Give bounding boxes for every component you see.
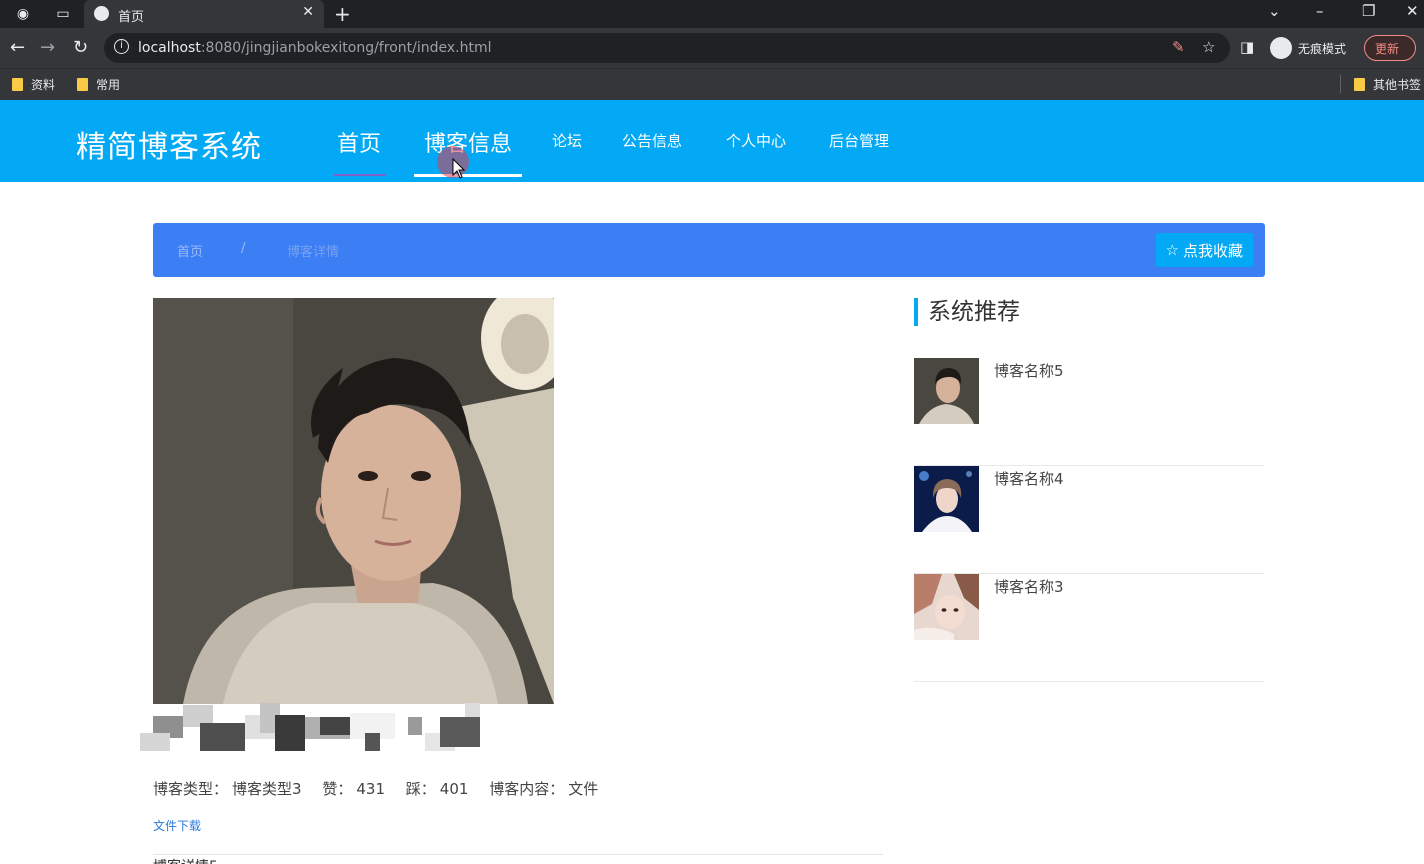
recommend-thumbnail[interactable] (914, 466, 979, 532)
recommend-item-name[interactable]: 博客名称3 (994, 576, 1064, 597)
recommend-item-name[interactable]: 博客名称5 (994, 360, 1064, 381)
reload-icon[interactable]: ↻ (73, 37, 88, 58)
bookmarks-divider (1340, 75, 1341, 93)
address-bar[interactable]: i localhost:8080/jingjianbokexitong/fron… (104, 33, 1230, 63)
recommend-thumbnail[interactable] (914, 574, 979, 640)
folder-icon (77, 78, 88, 91)
back-icon[interactable]: ← (10, 37, 25, 58)
like-label: 赞： (322, 780, 353, 798)
site-logo[interactable]: 精简博客系统 (76, 122, 262, 166)
nav-home[interactable]: 首页 (337, 126, 381, 158)
blog-type-label: 博客类型： (153, 780, 229, 798)
incognito-label: 无痕模式 (1298, 41, 1347, 56)
minimize-icon[interactable]: – (1316, 2, 1324, 20)
tab-favicon-icon (94, 6, 109, 21)
blog-title-obscured (140, 703, 485, 753)
bookmark-label: 资料 (31, 78, 56, 92)
browser-tab[interactable]: 首页 ✕ (84, 0, 324, 28)
nav-forum[interactable]: 论坛 (552, 130, 582, 151)
breadcrumb: 首页 / 博客详情 ☆ 点我收藏 (153, 223, 1265, 277)
web-page: 精简博客系统 首页 博客信息 论坛 公告信息 个人中心 后台管理 首页 / 博客… (0, 100, 1424, 864)
nav-announcements[interactable]: 公告信息 (622, 130, 682, 151)
favorite-button[interactable]: ☆ 点我收藏 (1155, 233, 1253, 267)
nav-active-underline (414, 174, 522, 177)
nav-personal-center[interactable]: 个人中心 (726, 130, 786, 151)
close-window-icon[interactable]: ✕ (1406, 2, 1419, 20)
globe-icon[interactable]: ◉ (12, 4, 34, 24)
new-tab-icon[interactable]: + (334, 2, 351, 26)
recommend-item[interactable]: 博客名称3 (914, 574, 1264, 682)
blog-content-value: 文件 (568, 780, 599, 798)
tab-search-icon[interactable]: ▭ (52, 4, 74, 24)
side-panel-icon[interactable]: ◨ (1240, 38, 1254, 56)
recommend-item[interactable]: 博客名称5 (914, 358, 1264, 466)
blog-type-value: 博客类型3 (232, 780, 302, 798)
dislike-label: 踩： (405, 780, 436, 798)
bookmark-star-icon[interactable]: ☆ (1202, 38, 1215, 56)
recommend-thumbnail[interactable] (914, 358, 979, 424)
blog-cover-image (153, 298, 554, 704)
tab-close-icon[interactable]: ✕ (302, 4, 314, 20)
nav-admin[interactable]: 后台管理 (829, 130, 889, 151)
browser-toolbar: ← → ↻ i localhost:8080/jingjianbokexiton… (0, 28, 1424, 68)
incognito-icon (1270, 37, 1292, 59)
breadcrumb-separator: / (241, 241, 246, 256)
blog-content-label: 博客内容： (489, 780, 565, 798)
breadcrumb-home[interactable]: 首页 (177, 241, 203, 260)
favorite-label: 点我收藏 (1182, 241, 1243, 260)
bookmark-folder[interactable]: 资料 (12, 76, 55, 93)
incognito-indicator[interactable]: 无痕模式 (1270, 34, 1346, 62)
nav-home-underline (334, 174, 386, 176)
update-label: 更新 (1375, 41, 1400, 56)
other-bookmarks[interactable]: 其他书签 (1354, 76, 1421, 93)
tab-list-icon[interactable]: ⌄ (1268, 2, 1281, 20)
blog-detail-text: 博客详情5 (153, 856, 218, 864)
restore-icon[interactable]: ❐ (1362, 2, 1375, 20)
nav-blog-info[interactable]: 博客信息 (424, 126, 512, 158)
recommend-item[interactable]: 博客名称4 (914, 466, 1264, 574)
mouse-cursor-icon (452, 158, 466, 179)
update-button[interactable]: 更新 (1364, 35, 1416, 61)
blog-meta: 博客类型： 博客类型3 赞： 431 踩： 401 博客内容： 文件 (153, 778, 602, 799)
like-count: 431 (356, 780, 385, 798)
site-header: 精简博客系统 首页 博客信息 论坛 公告信息 个人中心 后台管理 (0, 100, 1424, 182)
forward-icon[interactable]: → (40, 37, 55, 58)
folder-icon (12, 78, 23, 91)
recommend-heading: 系统推荐 (914, 298, 1020, 326)
star-icon: ☆ (1165, 241, 1179, 259)
file-download-link[interactable]: 文件下载 (153, 817, 201, 834)
browser-tab-bar: ◉ ▭ 首页 ✕ + ⌄ – ❐ ✕ (0, 0, 1424, 28)
tab-title: 首页 (118, 10, 145, 25)
other-bookmarks-label: 其他书签 (1373, 78, 1422, 92)
site-info-icon[interactable]: i (114, 39, 129, 54)
bookmark-label: 常用 (96, 78, 121, 92)
content-divider (153, 854, 883, 855)
blocked-popup-icon[interactable]: ✎ (1172, 38, 1185, 56)
dislike-count: 401 (439, 780, 469, 798)
bookmarks-bar: 资料 常用 其他书签 (0, 68, 1424, 100)
bookmark-folder[interactable]: 常用 (77, 76, 120, 93)
folder-icon (1354, 78, 1365, 91)
recommend-item-name[interactable]: 博客名称4 (994, 468, 1064, 489)
url-text: localhost:8080/jingjianbokexitong/front/… (138, 40, 492, 56)
breadcrumb-current: 博客详情 (287, 245, 340, 260)
